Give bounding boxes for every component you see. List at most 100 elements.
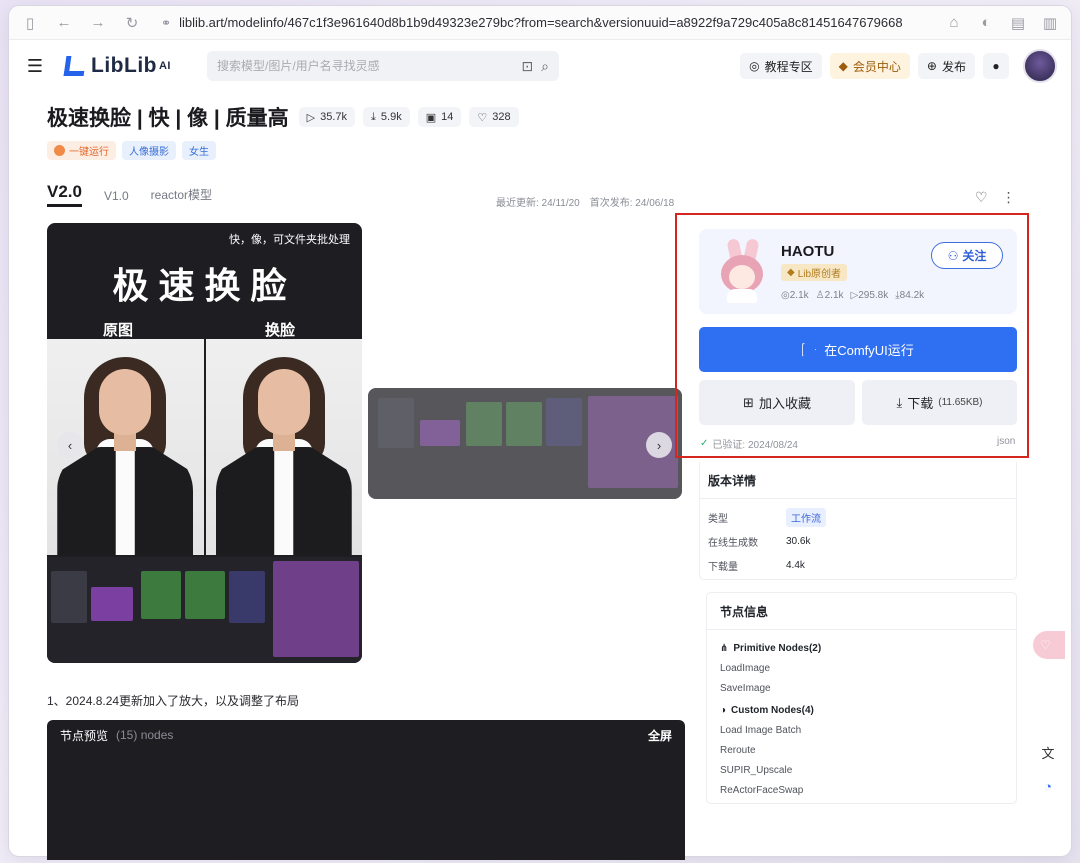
vip-center-button[interactable]: ◆ 会员中心 bbox=[829, 53, 910, 79]
node-preview-title: 节点预览 bbox=[60, 728, 109, 743]
forward-icon[interactable]: → bbox=[87, 12, 109, 34]
original-label: 原图 bbox=[103, 322, 134, 339]
tab-v1[interactable]: V1.0 bbox=[104, 189, 129, 207]
sidebar-toggle-icon[interactable]: ▯ bbox=[19, 12, 41, 34]
message-icon[interactable]: ● bbox=[983, 53, 1009, 79]
swapped-label: 换脸 bbox=[265, 322, 296, 339]
carousel-next-image[interactable]: › bbox=[368, 388, 682, 499]
link-icon: ⚭ bbox=[161, 15, 172, 30]
first-published: 首次发布: 24/06/18 bbox=[589, 198, 675, 209]
run-badge-icon bbox=[54, 145, 65, 156]
tag-female[interactable]: 女生 bbox=[182, 141, 216, 160]
node-item: LoadImage bbox=[720, 662, 771, 674]
vip-label: 会员中心 bbox=[852, 59, 901, 74]
detail-key: 下载量 bbox=[708, 561, 738, 573]
reload-icon[interactable]: ↻ bbox=[121, 12, 143, 34]
downloads-stat: ⤓ 5.9k bbox=[363, 107, 410, 127]
tutorial-button[interactable]: ◎ 教程专区 bbox=[740, 53, 822, 79]
likes-count: 328 bbox=[492, 111, 511, 123]
diamond-icon: ◆ bbox=[838, 59, 848, 73]
node-item: SUPIR_Upscale bbox=[720, 764, 793, 776]
node-group-label: Custom Nodes(4) bbox=[731, 704, 814, 716]
menu-icon[interactable]: ☰ bbox=[23, 56, 47, 77]
node-info-panel: 节点信息 ⋔ Primitive Nodes(2) LoadImage Save… bbox=[706, 592, 1017, 804]
last-updated: 最近更新: 24/11/20 bbox=[496, 198, 580, 209]
node-item: Reroute bbox=[720, 744, 756, 756]
publish-label: 发布 bbox=[941, 59, 966, 74]
more-icon[interactable]: ⋮ bbox=[1002, 189, 1016, 206]
search-icon[interactable]: ⌕ bbox=[541, 58, 549, 75]
runs-count: 35.7k bbox=[320, 111, 348, 123]
search-input[interactable] bbox=[217, 59, 514, 73]
comparison-photos bbox=[47, 339, 362, 555]
publish-button[interactable]: ⊕ 发布 bbox=[917, 53, 975, 79]
detail-value: 4.4k bbox=[786, 559, 805, 571]
carousel-next-button[interactable]: › bbox=[646, 432, 672, 458]
play-icon: ▷ bbox=[306, 111, 316, 124]
detail-row-online: 在线生成数 30.6k bbox=[700, 529, 1016, 553]
split-view-icon[interactable]: ▥ bbox=[1039, 12, 1061, 34]
carousel-main-image[interactable]: 快，像，可文件夹批处理 极速换脸 原图 换脸 ‹ bbox=[47, 223, 362, 663]
version-tabs: V2.0 V1.0 reactor模型 bbox=[47, 182, 234, 207]
node-group-primitive: ⋔ Primitive Nodes(2) bbox=[707, 638, 1016, 658]
tutorial-label: 教程专区 bbox=[764, 59, 813, 74]
version-details-title: 版本详情 bbox=[700, 462, 1016, 499]
node-group-custom: ◑ Custom Nodes(4) bbox=[707, 700, 1016, 720]
tag-one-click-run[interactable]: 一键运行 bbox=[47, 141, 116, 160]
swapped-photo bbox=[205, 339, 362, 555]
tag-list: 一键运行 人像摄影 女生 bbox=[47, 141, 216, 160]
highlight-box bbox=[675, 213, 1029, 458]
downloads-count: 5.9k bbox=[380, 111, 402, 123]
plus-circle-icon: ⊕ bbox=[926, 59, 937, 73]
node-info-title: 节点信息 bbox=[707, 593, 1016, 630]
version-details-panel: 版本详情 类型 工作流 在线生成数 30.6k 下载量 4.4k bbox=[699, 462, 1017, 580]
workflow-thumbnail bbox=[47, 557, 362, 663]
update-dates: 最近更新: 24/11/20 首次发布: 24/06/18 bbox=[496, 194, 674, 209]
detail-key: 类型 bbox=[708, 513, 728, 525]
favorite-heart-icon[interactable]: ♡ bbox=[975, 189, 988, 206]
carousel-prev-button[interactable]: ‹ bbox=[57, 432, 83, 458]
model-title-row: 极速换脸 | 快 | 像 | 质量高 ▷ 35.7k ⤓ 5.9k ▣ 14 ♡… bbox=[47, 102, 527, 132]
tab-v2[interactable]: V2.0 bbox=[47, 182, 82, 207]
nodes-icon: ⋔ bbox=[720, 642, 729, 654]
url-text[interactable]: liblib.art/modelinfo/467c1f3e961640d8b1b… bbox=[179, 15, 903, 30]
site-header: ☰ LibLib AI ⊡ ⌕ ◎ 教程专区 ◆ 会员中心 ⊕ 发布 ● bbox=[9, 40, 1071, 92]
tag-label: 一键运行 bbox=[69, 147, 109, 158]
logo-text: LibLib bbox=[91, 54, 157, 77]
back-icon[interactable]: ← bbox=[53, 12, 75, 34]
compass-icon: ◎ bbox=[749, 59, 760, 73]
node-item: Load Image Batch bbox=[720, 724, 802, 736]
translate-icon[interactable]: 文 bbox=[1037, 741, 1059, 763]
logo[interactable]: LibLib AI bbox=[63, 54, 203, 78]
fullscreen-button[interactable]: 全屏 bbox=[648, 727, 672, 744]
reader-icon[interactable]: ▤ bbox=[1007, 12, 1029, 34]
images-stat: ▣ 14 bbox=[417, 107, 462, 127]
floating-assistant-button[interactable]: ♡ bbox=[1033, 631, 1065, 659]
browser-toolbar: ▯ ← → ↻ ⚭ liblib.art/modelinfo/467c1f3e9… bbox=[9, 6, 1071, 40]
tab-reactor[interactable]: reactor模型 bbox=[151, 186, 212, 207]
image-caption: 快，像，可文件夹批处理 bbox=[229, 234, 350, 246]
node-count: (15) nodes bbox=[116, 728, 174, 742]
logo-mark bbox=[63, 56, 87, 76]
detail-row-downloads: 下载量 4.4k bbox=[700, 553, 1016, 577]
node-preview-panel: 节点预览 (15) nodes 全屏 bbox=[47, 720, 685, 860]
address-bar[interactable]: ⚭ liblib.art/modelinfo/467c1f3e961640d8b… bbox=[161, 15, 943, 30]
detail-value-type: 工作流 bbox=[786, 507, 826, 527]
image-headline: 极速换脸 bbox=[112, 265, 297, 306]
assistant-icon[interactable]: ◔ bbox=[1037, 775, 1059, 797]
search-bar[interactable]: ⊡ ⌕ bbox=[207, 51, 559, 81]
extension-icon[interactable]: ◐ bbox=[975, 12, 997, 34]
node-item: ReActorFaceSwap bbox=[720, 784, 804, 796]
detail-key: 在线生成数 bbox=[708, 537, 758, 549]
heart-icon: ♡ bbox=[477, 111, 488, 124]
page-title: 极速换脸 | 快 | 像 | 质量高 bbox=[47, 107, 289, 130]
logo-sup: AI bbox=[158, 60, 171, 72]
user-avatar[interactable] bbox=[1023, 49, 1057, 83]
runs-stat: ▷ 35.7k bbox=[298, 107, 356, 127]
image-icon: ▣ bbox=[425, 111, 437, 124]
gift-icon[interactable]: ⌂ bbox=[943, 12, 965, 34]
tag-portrait[interactable]: 人像摄影 bbox=[122, 141, 176, 160]
download-icon: ⤓ bbox=[371, 110, 376, 123]
detail-value: 30.6k bbox=[786, 535, 811, 547]
image-search-icon[interactable]: ⊡ bbox=[521, 58, 533, 75]
